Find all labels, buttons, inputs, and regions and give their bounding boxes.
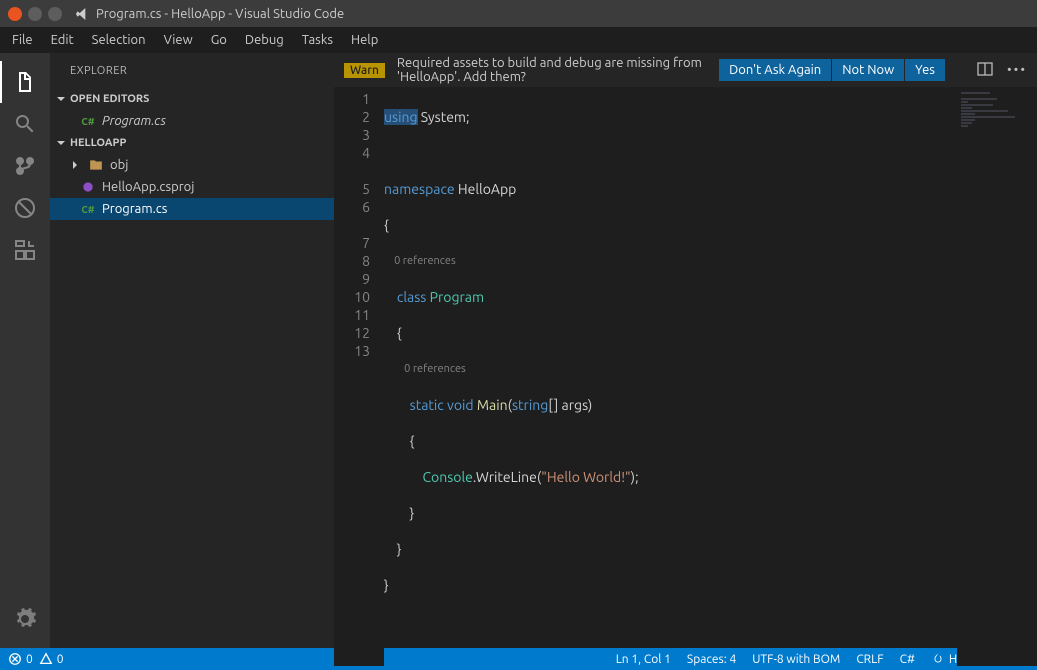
files-icon — [13, 70, 37, 94]
chevron-down-icon — [54, 136, 68, 150]
file-label: HelloApp.csproj — [102, 180, 194, 194]
menu-help[interactable]: Help — [343, 29, 386, 51]
activity-debug[interactable] — [0, 187, 50, 229]
sidebar: EXPLORER OPEN EDITORS C# Program.cs HELL… — [50, 53, 334, 648]
yes-button[interactable]: Yes — [905, 59, 945, 81]
extensions-icon — [13, 238, 37, 262]
activity-search[interactable] — [0, 103, 50, 145]
editor-area: Warn Required assets to build and debug … — [334, 53, 1037, 648]
activity-settings[interactable] — [0, 598, 50, 640]
bug-icon — [13, 196, 37, 220]
menu-go[interactable]: Go — [203, 29, 235, 51]
status-warnings[interactable]: 0 — [39, 652, 64, 666]
csharp-file-icon: C# — [80, 113, 96, 129]
minimap[interactable] — [957, 88, 1037, 666]
tree-folder-obj[interactable]: obj — [50, 154, 334, 176]
notification-bar: Warn Required assets to build and debug … — [334, 53, 1037, 88]
warning-icon — [39, 652, 53, 666]
tree-file-program[interactable]: C# Program.cs — [50, 198, 334, 220]
error-icon — [8, 652, 22, 666]
menu-view[interactable]: View — [156, 29, 201, 51]
dont-ask-again-button[interactable]: Don't Ask Again — [719, 59, 831, 81]
close-window-button[interactable] — [8, 7, 22, 21]
folder-label: obj — [110, 158, 128, 172]
menu-tasks[interactable]: Tasks — [294, 29, 341, 51]
csproj-file-icon — [80, 179, 96, 195]
activity-source-control[interactable] — [0, 145, 50, 187]
status-errors[interactable]: 0 — [8, 652, 33, 666]
activitybar — [0, 53, 50, 648]
project-label: HELLOAPP — [70, 137, 126, 149]
menubar: File Edit Selection View Go Debug Tasks … — [0, 27, 1037, 53]
window-controls — [8, 7, 62, 21]
sidebar-title: EXPLORER — [50, 53, 334, 88]
gear-icon — [13, 607, 37, 631]
notification-message: Required assets to build and debug are m… — [397, 56, 707, 84]
open-editors-label: OPEN EDITORS — [70, 93, 149, 105]
section-open-editors[interactable]: OPEN EDITORS — [50, 88, 334, 110]
not-now-button[interactable]: Not Now — [832, 59, 904, 81]
line-gutter: 1 2 3 4 5 6 7 8 9 10 11 12 13 — [334, 88, 384, 666]
activity-extensions[interactable] — [0, 229, 50, 271]
split-editor-icon[interactable] — [977, 61, 993, 80]
window-title-text: Program.cs - HelloApp - Visual Studio Co… — [96, 7, 344, 21]
file-label: Program.cs — [102, 202, 167, 216]
window-title: Program.cs - HelloApp - Visual Studio Co… — [74, 6, 344, 22]
open-editor-label: Program.cs — [102, 114, 166, 128]
maximize-window-button[interactable] — [48, 7, 62, 21]
titlebar: Program.cs - HelloApp - Visual Studio Co… — [0, 0, 1037, 27]
main: EXPLORER OPEN EDITORS C# Program.cs HELL… — [0, 53, 1037, 648]
minimize-window-button[interactable] — [28, 7, 42, 21]
menu-file[interactable]: File — [4, 29, 41, 51]
csharp-file-icon: C# — [80, 201, 96, 217]
open-editor-item[interactable]: C# Program.cs — [50, 110, 334, 132]
chevron-right-icon — [68, 158, 82, 172]
tree-file-csproj[interactable]: HelloApp.csproj — [50, 176, 334, 198]
search-icon — [13, 112, 37, 136]
git-icon — [13, 154, 37, 178]
menu-edit[interactable]: Edit — [43, 29, 82, 51]
more-actions-icon[interactable]: ••• — [1007, 63, 1027, 77]
menu-selection[interactable]: Selection — [84, 29, 154, 51]
warn-badge: Warn — [344, 63, 385, 78]
code-content[interactable]: using System; namespace HelloApp { 0 ref… — [384, 88, 957, 666]
code-area[interactable]: 1 2 3 4 5 6 7 8 9 10 11 12 13 using Syst… — [334, 53, 1037, 666]
chevron-down-icon — [54, 92, 68, 106]
activity-explorer[interactable] — [0, 61, 50, 103]
folder-icon — [88, 157, 104, 173]
vscode-icon — [74, 6, 90, 22]
menu-debug[interactable]: Debug — [237, 29, 292, 51]
section-project[interactable]: HELLOAPP — [50, 132, 334, 154]
